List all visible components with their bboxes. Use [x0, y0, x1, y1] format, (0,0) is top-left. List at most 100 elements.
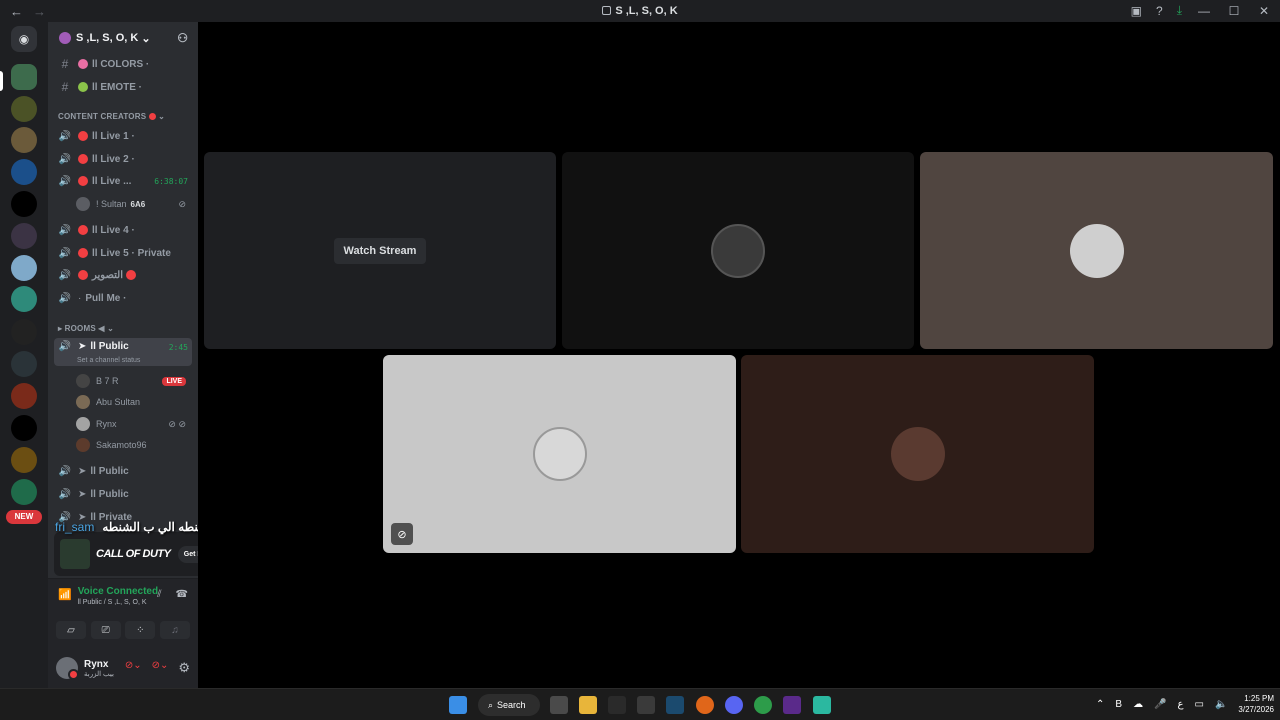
stream-tile[interactable]: Watch Stream — [204, 152, 556, 349]
store-icon[interactable] — [550, 696, 568, 714]
alien-icon — [78, 82, 88, 92]
channel-live-3[interactable]: 🔊 ll Live ... 6:38:07 — [54, 171, 192, 191]
server-icon[interactable] — [11, 383, 37, 409]
category-content-creators[interactable]: CONTENT CREATORS ⌄+ — [58, 112, 165, 121]
server-icon[interactable] — [11, 351, 37, 377]
chrome-icon[interactable] — [754, 696, 772, 714]
live-badge: LIVE — [162, 376, 186, 386]
channel-status[interactable]: Set a channel status — [77, 357, 140, 364]
user-name[interactable]: Rynx — [84, 659, 114, 670]
new-badge[interactable]: NEW — [6, 510, 42, 524]
voice-channel[interactable]: ll Public / S ,L, S, O, K — [78, 599, 158, 606]
participant-tile[interactable] — [920, 152, 1273, 349]
avatar — [76, 395, 90, 409]
red-circle-icon — [78, 131, 88, 141]
participant-tile[interactable]: ⊘ — [383, 355, 736, 553]
hash-icon: # — [61, 57, 69, 71]
screen-share-icon[interactable]: ▣ — [1131, 4, 1142, 18]
channel-live-1[interactable]: 🔊 ll Live 1 · — [54, 126, 192, 146]
minimize-button[interactable]: — — [1196, 4, 1212, 18]
server-badge-icon — [59, 32, 71, 44]
help-icon[interactable]: ? — [1156, 4, 1163, 18]
server-icon[interactable] — [11, 415, 37, 441]
steam-icon[interactable] — [666, 696, 684, 714]
avatar — [76, 197, 90, 211]
headphones-muted-icon[interactable]: ⊘⌄ — [152, 660, 169, 676]
volume-icon[interactable]: 🔈 — [1215, 699, 1227, 710]
forward-arrow-icon[interactable]: → — [33, 4, 46, 19]
participant-tile[interactable] — [741, 355, 1094, 553]
voice-user[interactable]: ! Sultan 6A6 ⊘ — [76, 195, 190, 213]
voice-user[interactable]: Abu Sultan — [76, 393, 190, 411]
app-icon[interactable] — [637, 696, 655, 714]
signal-icon[interactable]: 📶 — [58, 588, 72, 601]
server-icon[interactable] — [11, 127, 37, 153]
folder-icon[interactable] — [579, 696, 597, 714]
server-icon[interactable] — [11, 319, 37, 345]
channel-pull-me[interactable]: 🔊 · Pull Me · — [54, 288, 192, 308]
server-icon[interactable] — [11, 159, 37, 185]
channel-public[interactable]: 🔊 ➤ ll Public — [54, 484, 192, 504]
app-icon[interactable] — [813, 696, 831, 714]
gear-icon[interactable]: ⚙ — [178, 660, 190, 676]
disconnect-icon[interactable]: ☎ — [176, 589, 188, 600]
invite-icon[interactable]: ⚇ — [177, 31, 188, 45]
noise-suppression-icon[interactable]: ⫽ — [157, 589, 161, 600]
channel-photography[interactable]: 🔊 التصوير — [54, 265, 192, 285]
channel-emote[interactable]: # ll EMOTE · — [54, 77, 192, 97]
download-icon[interactable]: ⤓ — [1177, 3, 1182, 18]
participant-tile[interactable] — [562, 152, 914, 349]
server-icon[interactable] — [11, 96, 37, 122]
voice-status[interactable]: Voice Connected — [78, 586, 158, 597]
server-icon — [602, 6, 612, 15]
voice-user[interactable]: Sakamoto96 — [76, 436, 190, 454]
close-button[interactable]: ✕ — [1256, 4, 1272, 18]
server-icon[interactable] — [11, 191, 37, 217]
screen-share-button[interactable]: ⎚ — [90, 621, 121, 639]
speaker-icon: 🔊 — [58, 224, 72, 236]
channel-live-2[interactable]: 🔊 ll Live 2 · — [54, 149, 192, 169]
language-indicator[interactable]: ع — [1178, 699, 1184, 710]
search-box[interactable]: ⌕ Search — [478, 694, 540, 716]
server-icon[interactable] — [11, 255, 37, 281]
server-icon[interactable] — [11, 479, 37, 505]
channel-live-5[interactable]: 🔊 ll Live 5 · Private — [54, 243, 192, 263]
maximize-button[interactable]: ☐ — [1226, 4, 1242, 18]
camera-off-button[interactable]: ▱ — [56, 621, 86, 639]
channel-live-4[interactable]: 🔊 ll Live 4 · — [54, 220, 192, 240]
avatar[interactable] — [56, 657, 79, 680]
back-arrow-icon[interactable]: ← — [10, 4, 23, 19]
server-name: S ,L, S, O, K — [76, 32, 139, 44]
channel-public[interactable]: 🔊 ➤ ll Public — [54, 461, 192, 481]
windows-start-icon[interactable] — [449, 696, 467, 714]
category-rooms[interactable]: ▸ ROOMS ◀ ⌄+ — [58, 324, 114, 333]
activities-button[interactable]: ⁘ — [125, 621, 156, 639]
voice-user[interactable]: Rynx ⊘ ⊘ — [76, 415, 190, 433]
get-reward-button[interactable]: Get Reward! — [177, 545, 198, 563]
discord-home-icon[interactable]: ◉ — [11, 26, 37, 52]
discord-icon[interactable] — [725, 696, 743, 714]
epic-games-icon[interactable] — [608, 696, 626, 714]
speaker-icon: 🔊 — [58, 465, 72, 477]
mic-muted-icon[interactable]: ⊘⌄ — [125, 660, 142, 676]
clock[interactable]: 1:25 PM 3/27/2026 — [1238, 693, 1274, 715]
server-icon[interactable] — [11, 64, 37, 90]
channel-colors[interactable]: # ll COLORS · — [54, 54, 192, 74]
next-app-icon[interactable] — [783, 696, 801, 714]
soundboard-button[interactable]: ♫ — [159, 621, 190, 639]
server-header[interactable]: S ,L, S, O, K ⌄ ⚇ — [48, 22, 198, 54]
server-icon[interactable] — [11, 286, 37, 312]
server-icon[interactable] — [11, 447, 37, 473]
network-icon[interactable]: ▭ — [1195, 699, 1204, 710]
mic-icon[interactable]: 🎤 — [1154, 699, 1166, 710]
watch-stream-button[interactable]: Watch Stream — [333, 237, 427, 264]
avatar — [532, 427, 587, 481]
voice-user[interactable]: B 7 R LIVE — [76, 372, 190, 390]
chevron-up-icon[interactable]: ⌃ — [1096, 699, 1104, 710]
cloud-icon[interactable]: ☁ — [1133, 699, 1143, 710]
red-circle-icon — [78, 225, 88, 235]
user-status: بيب الزربة — [84, 670, 114, 678]
firefox-icon[interactable] — [696, 696, 714, 714]
bold-b-icon[interactable]: B — [1115, 699, 1122, 710]
server-icon[interactable] — [11, 223, 37, 249]
